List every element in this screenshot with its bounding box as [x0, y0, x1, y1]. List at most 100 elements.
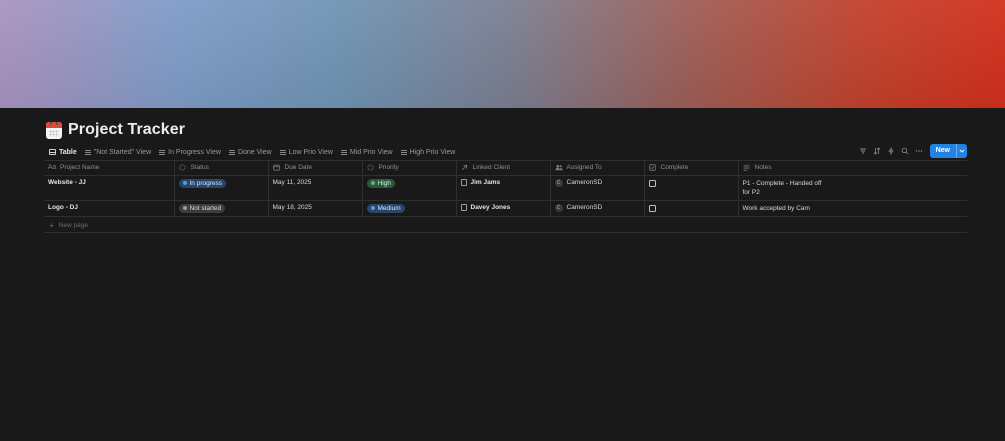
tab-label: Table: [59, 148, 77, 156]
cell-due-date[interactable]: May 18, 2025: [268, 200, 363, 217]
priority-badge: High: [366, 178, 395, 188]
tab-label: In Progress View: [168, 148, 221, 156]
column-label: Project Name: [60, 164, 100, 172]
relation-arrow-icon: [461, 164, 469, 171]
table-bottom-divider: [44, 232, 967, 233]
project-table: Aa Project Name Status Due Date Priority …: [44, 161, 967, 217]
due-date: May 18, 2025: [272, 203, 312, 211]
cell-priority[interactable]: Medium: [362, 200, 457, 217]
cell-notes[interactable]: Work accepted by Cam: [738, 200, 967, 217]
column-header-linked-client[interactable]: Linked Client: [456, 161, 551, 176]
column-header-status[interactable]: Status: [174, 161, 269, 176]
table-row[interactable]: Logo - DJ Not started May 18, 2025 Mediu…: [44, 200, 967, 217]
tab-high-prio-view[interactable]: High Prio View: [398, 144, 459, 160]
page-doc-icon: [460, 203, 467, 211]
tab-not-started-view[interactable]: "Not Started" View: [82, 144, 154, 160]
tab-label: Low Prio View: [288, 148, 333, 156]
priority-label: High: [377, 179, 391, 187]
priority-icon: [367, 164, 375, 171]
column-header-priority[interactable]: Priority: [362, 161, 457, 176]
cell-complete[interactable]: [644, 200, 739, 217]
status-badge: Not started: [178, 203, 226, 213]
table-row[interactable]: Website - JJ In progress May 11, 2025 Hi…: [44, 175, 967, 201]
list-icon: [400, 149, 407, 155]
tab-mid-prio-view[interactable]: Mid Prio View: [338, 144, 396, 160]
due-date: May 11, 2025: [272, 178, 312, 186]
complete-checkbox[interactable]: [648, 204, 656, 212]
new-button[interactable]: New: [929, 143, 967, 158]
linked-client[interactable]: Davey Jones: [460, 203, 546, 211]
cell-status[interactable]: In progress: [174, 175, 269, 201]
filter-icon[interactable]: [858, 146, 868, 156]
status-label: Not started: [189, 204, 222, 212]
table-header-row: Aa Project Name Status Due Date Priority …: [44, 161, 967, 176]
notes-text: Work accepted by Cam: [743, 204, 964, 213]
cell-notes[interactable]: P1 - Complete - Handed off for P2: [738, 175, 967, 201]
column-header-project-name[interactable]: Aa Project Name: [44, 161, 175, 176]
column-label: Due Date: [284, 164, 312, 172]
column-header-complete[interactable]: Complete: [644, 161, 739, 176]
column-label: Assigned To: [566, 164, 602, 172]
more-icon[interactable]: [914, 146, 924, 156]
column-header-assigned-to[interactable]: Assigned To: [550, 161, 645, 176]
tab-in-progress-view[interactable]: In Progress View: [156, 144, 224, 160]
status-badge: In progress: [178, 178, 227, 188]
new-button-label[interactable]: New: [930, 144, 956, 158]
tab-label: Mid Prio View: [349, 148, 393, 156]
list-icon: [228, 149, 235, 155]
column-label: Notes: [754, 164, 772, 172]
assignee-name: CameronSD: [566, 204, 603, 211]
tab-table[interactable]: Table: [46, 144, 80, 161]
assignee: C CameronSD: [554, 203, 640, 212]
notes-lines-icon: [743, 164, 751, 171]
list-icon: [279, 149, 286, 155]
complete-checkbox[interactable]: [648, 179, 656, 187]
priority-badge: Medium: [366, 203, 405, 213]
list-icon: [159, 149, 166, 155]
new-page-button[interactable]: + New page: [49, 219, 88, 231]
project-name: Logo - DJ: [48, 203, 78, 211]
tab-label: "Not Started" View: [93, 148, 152, 156]
tab-done-view[interactable]: Done View: [226, 144, 275, 160]
tab-label: Done View: [237, 148, 272, 156]
cell-priority[interactable]: High: [362, 175, 457, 201]
cell-linked-client[interactable]: Davey Jones: [456, 200, 551, 217]
column-header-due-date[interactable]: Due Date: [268, 161, 363, 176]
cell-linked-client[interactable]: Jim Jams: [456, 175, 551, 201]
avatar: C: [554, 178, 563, 187]
cell-complete[interactable]: [644, 175, 739, 201]
cell-due-date[interactable]: May 11, 2025: [268, 175, 363, 201]
cell-project-name[interactable]: Website - JJ: [44, 175, 175, 201]
calendar-icon[interactable]: [46, 121, 62, 139]
notes-line: P1 - Complete - Handed off: [742, 179, 822, 187]
status-dot-icon: [182, 206, 187, 210]
notes-line: for P2: [742, 188, 760, 196]
automation-icon[interactable]: [886, 146, 896, 156]
column-header-notes[interactable]: Notes: [738, 161, 967, 176]
people-icon: [554, 164, 563, 171]
new-page-label: New page: [58, 221, 88, 229]
text-icon: Aa: [47, 164, 57, 172]
notes-line: Work accepted by Cam: [742, 204, 810, 212]
view-toolbar: New: [858, 143, 967, 158]
tab-low-prio-view[interactable]: Low Prio View: [277, 144, 336, 160]
avatar: C: [554, 203, 563, 212]
linked-client[interactable]: Jim Jams: [460, 178, 546, 186]
column-label: Complete: [660, 164, 689, 172]
sort-icon[interactable]: [872, 146, 882, 156]
priority-dot-icon: [370, 206, 375, 210]
cell-assigned-to[interactable]: C CameronSD: [550, 200, 645, 217]
cell-assigned-to[interactable]: C CameronSD: [550, 175, 645, 201]
page-title[interactable]: Project Tracker: [68, 121, 185, 139]
list-icon: [84, 149, 91, 155]
client-name: Davey Jones: [470, 203, 511, 211]
page-cover-image[interactable]: [0, 0, 1005, 108]
cell-status[interactable]: Not started: [174, 200, 269, 217]
cell-project-name[interactable]: Logo - DJ: [44, 200, 175, 217]
chevron-down-icon[interactable]: [956, 143, 967, 158]
column-label: Priority: [378, 164, 399, 172]
search-icon[interactable]: [900, 146, 910, 156]
page-header: Project Tracker: [46, 119, 185, 141]
assignee: C CameronSD: [554, 178, 640, 187]
view-tabs: Table "Not Started" View In Progress Vie…: [46, 144, 460, 161]
